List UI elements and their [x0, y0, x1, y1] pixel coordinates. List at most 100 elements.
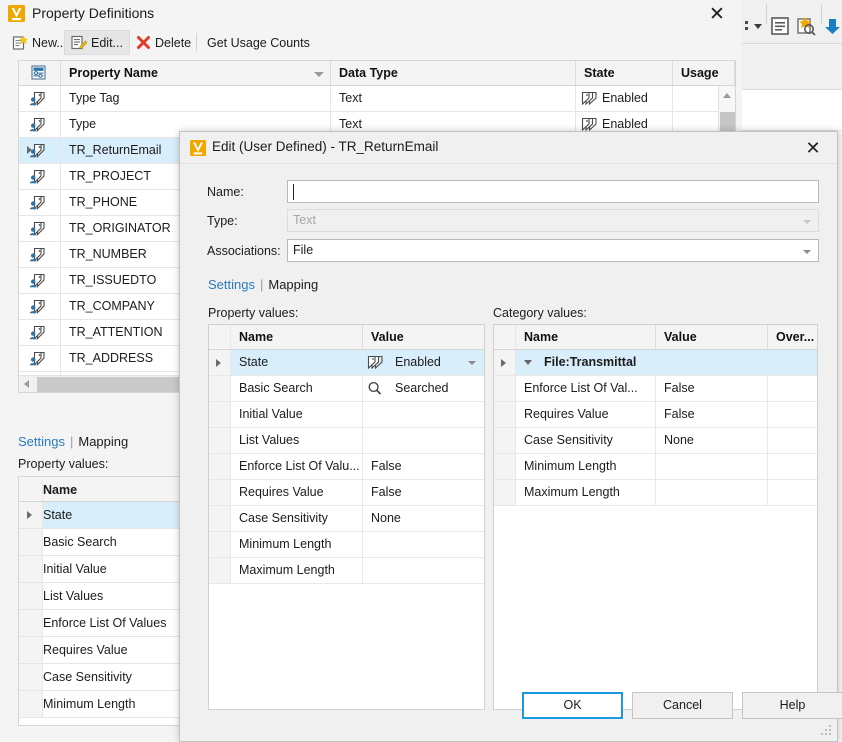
- cell-override[interactable]: [768, 480, 817, 505]
- cell-value[interactable]: [363, 402, 484, 427]
- edit-document-icon: [71, 35, 87, 51]
- category-column-header-override[interactable]: Over...: [768, 325, 817, 349]
- help-button[interactable]: Help: [742, 692, 842, 719]
- dialog-tab-settings[interactable]: Settings: [208, 277, 255, 292]
- new-button[interactable]: New...: [6, 30, 73, 55]
- table-row[interactable]: StateEnabled: [209, 350, 484, 376]
- dialog-category-values-label: Category values:: [493, 306, 587, 320]
- dialog-tab-mapping[interactable]: Mapping: [268, 277, 318, 292]
- ok-button[interactable]: OK: [522, 692, 623, 719]
- cell-value[interactable]: False: [656, 402, 768, 427]
- row-gutter: [19, 556, 43, 582]
- cell-value[interactable]: Enabled: [363, 350, 484, 375]
- cell-value[interactable]: [363, 428, 484, 453]
- cell-value[interactable]: [363, 558, 484, 583]
- column-header-property-name[interactable]: Property Name: [61, 61, 331, 85]
- cell-value[interactable]: False: [656, 376, 768, 401]
- get-usage-counts-button[interactable]: Get Usage Counts: [201, 30, 316, 55]
- tab-settings[interactable]: Settings: [18, 434, 65, 449]
- cell-override[interactable]: [768, 402, 817, 427]
- list-item[interactable]: Basic Search: [19, 529, 197, 556]
- cell-value[interactable]: [656, 454, 768, 479]
- cell-value[interactable]: False: [363, 454, 484, 479]
- download-arrow-icon[interactable]: [825, 16, 842, 36]
- cell-override: [768, 350, 817, 375]
- cell-value[interactable]: Searched: [363, 376, 484, 401]
- dialog-close-icon[interactable]: ✕: [801, 137, 825, 159]
- table-row[interactable]: Case SensitivityNone: [494, 428, 817, 454]
- table-row[interactable]: Enforce List Of Val...False: [494, 376, 817, 402]
- list-item[interactable]: Enforce List Of Values: [19, 610, 197, 637]
- table-row[interactable]: Case SensitivityNone: [209, 506, 484, 532]
- table-row[interactable]: Basic SearchSearched: [209, 376, 484, 402]
- row-gutter: [209, 506, 231, 531]
- table-row[interactable]: Minimum Length: [494, 454, 817, 480]
- dialog-title: Edit (User Defined) - TR_ReturnEmail: [212, 139, 438, 154]
- list-item[interactable]: Requires Value: [19, 637, 197, 664]
- cell-value[interactable]: None: [656, 428, 768, 453]
- delete-button[interactable]: Delete: [130, 30, 197, 55]
- tab-mapping[interactable]: Mapping: [78, 434, 128, 449]
- cell-group-name: File:Transmittal: [516, 350, 656, 375]
- cell-override[interactable]: [768, 454, 817, 479]
- cell-value[interactable]: [656, 480, 768, 505]
- lower-column-header-name[interactable]: Name: [43, 477, 77, 503]
- category-column-header-value[interactable]: Value: [656, 325, 768, 349]
- cell-property-name: Type Tag: [61, 86, 331, 111]
- table-row[interactable]: Initial Value: [209, 402, 484, 428]
- row-gutter: [209, 532, 231, 557]
- dialog-tab-separator: |: [260, 277, 263, 292]
- cancel-button[interactable]: Cancel: [632, 692, 733, 719]
- list-item[interactable]: Initial Value: [19, 556, 197, 583]
- table-row[interactable]: Minimum Length: [209, 532, 484, 558]
- cell-override[interactable]: [768, 428, 817, 453]
- table-row[interactable]: List Values: [209, 428, 484, 454]
- property-column-header-name[interactable]: Name: [231, 325, 363, 349]
- cell-value[interactable]: None: [363, 506, 484, 531]
- column-header-usage[interactable]: Usage: [673, 61, 735, 85]
- row-gutter: [209, 402, 231, 427]
- search-document-icon[interactable]: [796, 16, 818, 36]
- toolbar-separator-2: [821, 4, 822, 24]
- column-header-state[interactable]: State: [576, 61, 673, 85]
- cell-name: Enforce List Of Valu...: [231, 454, 363, 479]
- row-gutter: [209, 558, 231, 583]
- list-document-icon[interactable]: [770, 16, 792, 36]
- list-item[interactable]: Minimum Length: [19, 691, 197, 718]
- list-item[interactable]: Case Sensitivity: [19, 664, 197, 691]
- table-row[interactable]: Requires ValueFalse: [209, 480, 484, 506]
- list-item[interactable]: List Values: [19, 583, 197, 610]
- scroll-up-icon[interactable]: [723, 93, 731, 98]
- delete-button-label: Delete: [155, 36, 191, 50]
- column-header-data-type[interactable]: Data Type: [331, 61, 576, 85]
- cell-value[interactable]: False: [363, 480, 484, 505]
- close-icon[interactable]: ✕: [706, 4, 728, 26]
- dropdown-caret-icon[interactable]: [744, 16, 766, 36]
- table-row[interactable]: Requires ValueFalse: [494, 402, 817, 428]
- table-row[interactable]: Maximum Length: [209, 558, 484, 584]
- table-row[interactable]: Type TagTextEnabled: [19, 86, 735, 112]
- edit-button[interactable]: Edit...: [64, 30, 130, 55]
- table-row[interactable]: Maximum Length: [494, 480, 817, 506]
- cell-value[interactable]: [363, 532, 484, 557]
- screen-root: Property Definitions ✕ New...: [0, 0, 842, 742]
- row-gutter: [19, 529, 43, 555]
- table-group-row[interactable]: File:Transmittal: [494, 350, 817, 376]
- list-item[interactable]: State: [19, 502, 197, 529]
- property-values-grid: Name Value StateEnabledBasic SearchSearc…: [208, 324, 485, 710]
- resize-grip[interactable]: [820, 725, 832, 737]
- lower-property-values-grid: Name StateBasic SearchInitial ValueList …: [18, 476, 198, 726]
- associations-dropdown[interactable]: File: [287, 239, 819, 262]
- list-item-label: Minimum Length: [43, 691, 135, 717]
- dialog-tabs: Settings | Mapping: [208, 277, 318, 292]
- table-row[interactable]: Enforce List Of Valu...False: [209, 454, 484, 480]
- cell-override[interactable]: [768, 376, 817, 401]
- category-column-header-name[interactable]: Name: [516, 325, 656, 349]
- grid-header-selector[interactable]: [19, 61, 61, 85]
- magnifier-icon: [367, 381, 383, 396]
- property-column-header-value[interactable]: Value: [363, 325, 484, 349]
- name-input[interactable]: [287, 180, 819, 203]
- scroll-left-icon[interactable]: [24, 380, 29, 388]
- chevron-down-icon[interactable]: [468, 361, 476, 365]
- cell-data-type: Text: [331, 86, 576, 111]
